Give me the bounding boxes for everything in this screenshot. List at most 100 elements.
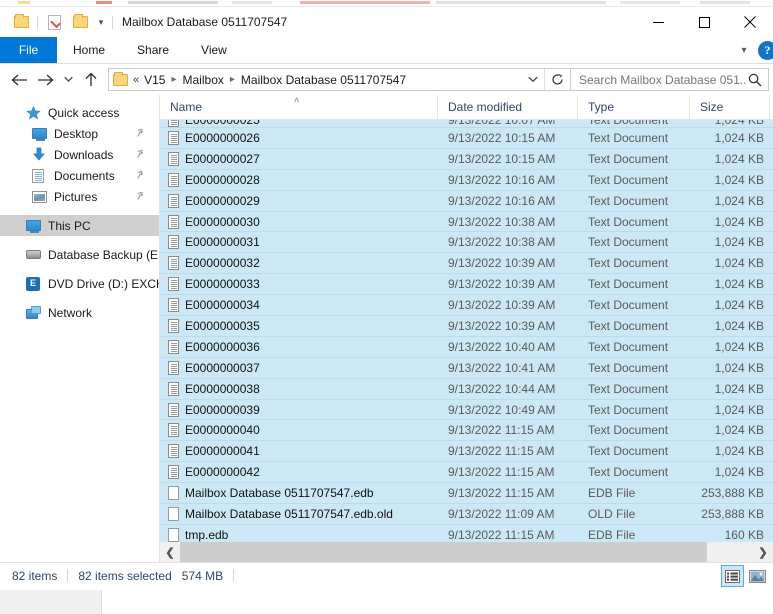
table-row[interactable]: E0000000037 9/13/2022 10:41 AM Text Docume…: [160, 357, 773, 379]
table-row[interactable]: tmp.edb 9/13/2022 11:15 AM EDB File 160 KB: [160, 524, 773, 542]
sidebar-item-network[interactable]: Network: [0, 302, 159, 323]
column-header-size[interactable]: Size: [690, 95, 770, 119]
cell-name: E0000000040: [160, 423, 438, 438]
table-row[interactable]: E0000000031 9/13/2022 10:38 AM Text Docume…: [160, 232, 773, 254]
breadcrumb-item-1[interactable]: Mailbox: [181, 73, 226, 87]
cell-date-modified: 9/13/2022 11:15 AM: [448, 465, 555, 480]
tab-file[interactable]: File: [0, 37, 57, 63]
table-row[interactable]: E0000000029 9/13/2022 10:16 AM Text Docume…: [160, 190, 773, 212]
table-row[interactable]: E0000000039 9/13/2022 10:49 AM Text Docume…: [160, 399, 773, 421]
table-row[interactable]: E0000000030 9/13/2022 10:38 AM Text Docume…: [160, 211, 773, 233]
address-bar[interactable]: « V15 ▸ Mailbox ▸ Mailbox Database 05117…: [108, 68, 571, 91]
large-icons-icon[interactable]: [746, 565, 769, 587]
table-row[interactable]: E0000000025 9/13/2022 10:07 AM Text Docume…: [160, 120, 773, 128]
cell-size: 1,024 KB: [714, 120, 764, 127]
tab-home[interactable]: Home: [57, 37, 121, 63]
navigation-bar: « V15 ▸ Mailbox ▸ Mailbox Database 05117…: [0, 64, 773, 95]
file-rows: E0000000025 9/13/2022 10:07 AM Text Docume…: [160, 120, 773, 542]
cell-date-modified: 9/13/2022 10:44 AM: [448, 381, 556, 396]
arrow-left-icon[interactable]: [6, 67, 32, 93]
table-row[interactable]: E0000000028 9/13/2022 10:16 AM Text Docume…: [160, 169, 773, 191]
cell-date-modified: 9/13/2022 11:15 AM: [448, 444, 555, 459]
scrollbar-thumb[interactable]: [180, 542, 708, 562]
recent-locations-chevron-down-icon[interactable]: [58, 67, 78, 93]
table-row[interactable]: E0000000042 9/13/2022 11:15 AM Text Docume…: [160, 462, 773, 484]
table-row[interactable]: E0000000038 9/13/2022 10:44 AM Text Docume…: [160, 378, 773, 400]
chevron-right-icon[interactable]: ❯: [753, 542, 773, 562]
pin-icon[interactable]: [135, 169, 145, 183]
folder-icon[interactable]: [8, 9, 34, 35]
table-row[interactable]: E0000000040 9/13/2022 11:15 AM Text Docume…: [160, 420, 773, 442]
text-file-icon: [164, 298, 182, 313]
search-input[interactable]: Search Mailbox Database 051...: [571, 68, 769, 91]
cell-size: 1,024 KB: [714, 256, 764, 271]
file-name: E0000000026: [185, 130, 260, 145]
status-divider: [67, 569, 69, 582]
help-icon[interactable]: ?: [758, 41, 773, 60]
chevron-left-icon[interactable]: ❮: [160, 542, 180, 562]
pin-icon[interactable]: [135, 127, 145, 141]
table-row[interactable]: E0000000034 9/13/2022 10:39 AM Text Docume…: [160, 295, 773, 317]
arrow-up-icon[interactable]: [78, 67, 104, 93]
dvd-drive-icon: E: [26, 276, 44, 291]
minimize-icon[interactable]: [635, 7, 681, 37]
properties-checkmark-icon[interactable]: [41, 9, 67, 35]
details-list-icon[interactable]: [721, 565, 744, 587]
new-folder-icon[interactable]: [67, 9, 93, 35]
blank-file-icon: [164, 527, 182, 542]
close-icon[interactable]: [727, 7, 773, 37]
horizontal-scrollbar[interactable]: ❮ ❯: [160, 542, 773, 562]
table-row[interactable]: Mailbox Database 0511707547.edb.old 9/13/…: [160, 504, 773, 525]
pin-icon[interactable]: [135, 190, 145, 204]
table-row[interactable]: E0000000041 9/13/2022 11:15 AM Text Docume…: [160, 441, 773, 463]
breadcrumb-overflow[interactable]: «: [131, 74, 142, 86]
sidebar-item-pictures[interactable]: Pictures: [0, 186, 159, 207]
table-row[interactable]: E0000000027 9/13/2022 10:15 AM Text Docume…: [160, 148, 773, 170]
file-name: E0000000032: [185, 256, 260, 271]
cell-type: Text Document: [588, 256, 669, 271]
text-file-icon: [164, 130, 182, 145]
address-chevron-down-icon[interactable]: [522, 69, 544, 90]
sidebar-label: Pictures: [54, 189, 98, 204]
pin-icon[interactable]: [135, 148, 145, 162]
table-row[interactable]: E0000000035 9/13/2022 10:39 AM Text Docume…: [160, 316, 773, 337]
sidebar-item-documents[interactable]: Documents: [0, 165, 159, 186]
table-row[interactable]: Mailbox Database 0511707547.edb 9/13/2022…: [160, 483, 773, 505]
network-icon: [26, 306, 44, 319]
scrollbar-track[interactable]: [180, 542, 753, 562]
cell-date-modified: 9/13/2022 10:07 AM: [448, 120, 556, 127]
column-header-date-modified[interactable]: Date modified: [438, 95, 578, 119]
table-row[interactable]: E0000000032 9/13/2022 10:39 AM Text Docume…: [160, 253, 773, 275]
table-row[interactable]: E0000000033 9/13/2022 10:39 AM Text Docume…: [160, 274, 773, 296]
cell-type: EDB File: [588, 527, 636, 542]
tab-share[interactable]: Share: [121, 37, 185, 63]
file-name: E0000000031: [185, 235, 260, 250]
sidebar-item-desktop[interactable]: Desktop: [0, 123, 159, 144]
sidebar-item-quick-access[interactable]: Quick access: [0, 102, 159, 123]
cell-size: 253,888 KB: [701, 486, 764, 501]
column-header-name[interactable]: Name ˄: [160, 95, 438, 119]
breadcrumb-item-0[interactable]: V15: [142, 73, 167, 87]
text-file-icon: [164, 444, 182, 459]
table-row[interactable]: E0000000036 9/13/2022 10:40 AM Text Docume…: [160, 336, 773, 358]
cell-type: Text Document: [588, 130, 669, 145]
column-header-type[interactable]: Type: [578, 95, 690, 119]
table-row[interactable]: E0000000026 9/13/2022 10:15 AM Text Docume…: [160, 128, 773, 149]
sidebar-item-downloads[interactable]: Downloads: [0, 144, 159, 165]
cell-date-modified: 9/13/2022 11:15 AM: [448, 527, 555, 542]
arrow-right-icon[interactable]: [32, 67, 58, 93]
chevron-down-icon[interactable]: ▾: [93, 9, 109, 35]
cell-date-modified: 9/13/2022 10:16 AM: [448, 172, 556, 187]
breadcrumb-item-2[interactable]: Mailbox Database 0511707547: [239, 73, 408, 87]
tab-view[interactable]: View: [185, 37, 243, 63]
chevron-down-icon[interactable]: ▾: [732, 38, 756, 64]
search-icon[interactable]: [746, 73, 764, 87]
cell-size: 160 KB: [724, 527, 764, 542]
sidebar-item-database-backup[interactable]: Database Backup (E:): [0, 244, 159, 265]
sidebar-item-dvd-drive[interactable]: E DVD Drive (D:) EXCHA: [0, 273, 159, 294]
cell-date-modified: 9/13/2022 10:39 AM: [448, 318, 556, 333]
refresh-icon[interactable]: [544, 69, 570, 90]
sidebar-item-this-pc[interactable]: This PC: [0, 215, 159, 236]
maximize-icon[interactable]: [681, 7, 727, 37]
